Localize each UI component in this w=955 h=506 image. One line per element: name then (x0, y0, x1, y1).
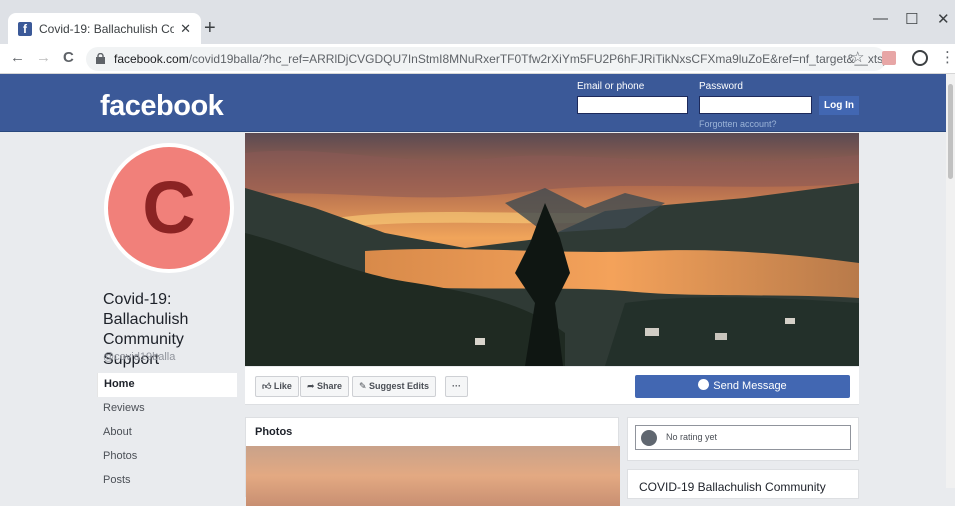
messenger-icon (698, 379, 710, 390)
share-icon: ➦ (307, 381, 318, 391)
photo-thumbnail[interactable] (246, 446, 620, 506)
profile-icon[interactable] (912, 50, 928, 66)
reload-button[interactable]: C (63, 49, 74, 66)
photos-card-title[interactable]: Photos (255, 426, 292, 438)
page-nav: Home Reviews About Photos Posts (97, 373, 237, 493)
new-tab-button[interactable]: + (204, 18, 216, 38)
rating-box[interactable]: No rating yet (635, 425, 851, 450)
rating-icon (641, 430, 657, 446)
facebook-favicon-icon: f (18, 21, 32, 36)
like-label: Like (273, 381, 292, 391)
extension-icon[interactable] (882, 51, 896, 65)
password-field[interactable] (699, 96, 812, 114)
thumbs-up-icon: 👍︎ (262, 381, 274, 391)
more-options-button[interactable]: ··· (445, 376, 468, 397)
send-message-label: Send Message (713, 380, 787, 392)
password-label: Password (699, 81, 743, 92)
rating-card: No rating yet (627, 417, 859, 461)
page-handle[interactable]: @covid19balla (103, 351, 175, 363)
login-button[interactable]: Log In (819, 96, 859, 115)
maximize-button[interactable]: ☐ (905, 10, 918, 28)
nav-item-home[interactable]: Home (97, 373, 237, 397)
browser-tab[interactable]: f Covid-19: Ballachulish Communi ✕ (8, 13, 201, 44)
scrollbar-thumb[interactable] (948, 84, 953, 179)
cover-photo[interactable] (245, 133, 859, 366)
email-label: Email or phone (577, 81, 645, 92)
page-avatar[interactable]: C (104, 143, 234, 273)
back-button[interactable]: ← (10, 49, 25, 66)
tab-close-button[interactable]: ✕ (180, 21, 191, 37)
suggest-edits-button[interactable]: ✎ Suggest Edits (352, 376, 437, 397)
like-button[interactable]: 👍︎ Like (255, 376, 299, 397)
nav-item-reviews[interactable]: Reviews (97, 397, 237, 421)
forgot-account-link[interactable]: Forgotten account? (699, 119, 777, 129)
nav-item-posts[interactable]: Posts (97, 469, 237, 493)
share-button[interactable]: ➦ Share (300, 376, 350, 397)
suggest-edits-label: Suggest Edits (369, 381, 430, 391)
send-message-button[interactable]: Send Message (635, 375, 850, 398)
about-card-title: COVID-19 Ballachulish Community (639, 480, 826, 494)
url-field[interactable]: facebook.com/covid19balla/?hc_ref=ARRlDj… (86, 47, 886, 71)
lock-icon (96, 53, 105, 64)
minimize-button[interactable]: — (873, 10, 888, 27)
browser-tab-strip: f Covid-19: Ballachulish Communi ✕ + — ☐… (0, 0, 955, 44)
share-label: Share (317, 381, 343, 391)
url-path: /covid19balla/?hc_ref=ARRlDjCVGDQU7InStm… (188, 52, 886, 66)
browser-menu-icon[interactable]: ⋮ (940, 48, 955, 66)
facebook-logo[interactable]: facebook (100, 90, 224, 123)
nav-item-about[interactable]: About (97, 421, 237, 445)
address-bar-row: ← → C facebook.com/covid19balla/?hc_ref=… (0, 44, 955, 74)
forward-button[interactable]: → (36, 49, 51, 66)
nav-item-photos[interactable]: Photos (97, 445, 237, 469)
window-close-button[interactable]: ✕ (937, 10, 950, 28)
about-card: COVID-19 Ballachulish Community (627, 469, 859, 499)
url-host: facebook.com (114, 52, 189, 66)
photos-card: Photos (245, 417, 620, 506)
rating-text: No rating yet (666, 432, 718, 442)
bookmark-star-icon[interactable]: ☆ (851, 48, 864, 66)
pencil-icon: ✎ (359, 381, 370, 391)
email-field[interactable] (577, 96, 688, 114)
tab-title: Covid-19: Ballachulish Communi (39, 21, 175, 36)
